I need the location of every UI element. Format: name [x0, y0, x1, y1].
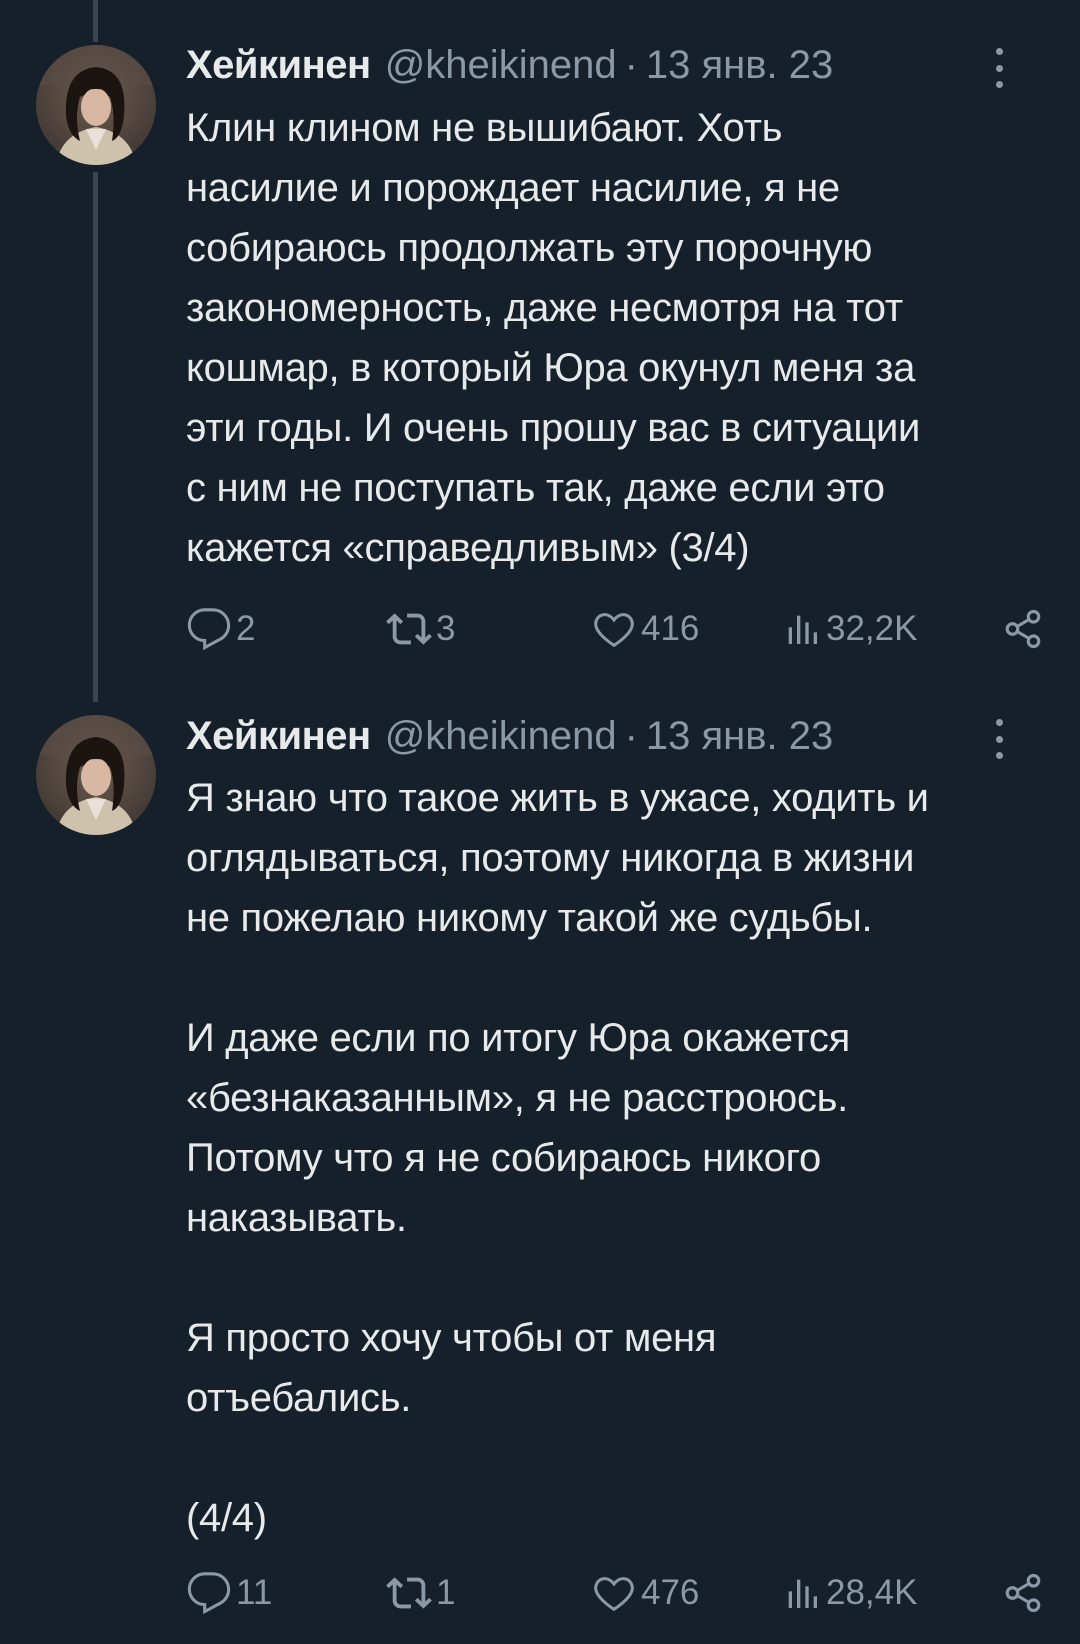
- tweet-actions: 2 3 416 32,2K: [186, 604, 1044, 654]
- reply-count: 11: [236, 1573, 273, 1612]
- speech-bubble-icon: [187, 608, 231, 651]
- author-name[interactable]: Хейкинен: [186, 714, 371, 759]
- share-button[interactable]: [1002, 1572, 1044, 1614]
- views-button[interactable]: 32,2K: [782, 606, 917, 652]
- avatar[interactable]: [36, 715, 156, 835]
- retweet-arrows-icon: [386, 613, 432, 645]
- tweet-date[interactable]: 13 янв. 23: [646, 714, 833, 759]
- speech-bubble-icon: [187, 1572, 231, 1615]
- more-options-icon[interactable]: [994, 48, 1004, 88]
- reply-button[interactable]: 11: [186, 1570, 272, 1616]
- tweet[interactable]: Хейкинен @kheikinend · 13 янв. 23 Я знаю…: [0, 695, 1080, 1644]
- retweet-button[interactable]: 1: [386, 1570, 455, 1616]
- share-nodes-icon: [1005, 1573, 1041, 1613]
- retweet-arrows-icon: [386, 1577, 432, 1609]
- retweet-count: 1: [436, 1573, 456, 1612]
- bar-chart-icon: [788, 615, 817, 644]
- tweet-actions: 11 1 476 28,4K: [186, 1568, 1044, 1618]
- reply-count: 2: [236, 609, 256, 648]
- reply-button[interactable]: 2: [186, 606, 255, 652]
- heart-outline-icon: [594, 1577, 634, 1612]
- like-count: 476: [641, 1573, 700, 1612]
- like-button[interactable]: 416: [591, 606, 699, 652]
- tweet-header: Хейкинен @kheikinend · 13 янв. 23: [186, 40, 1044, 90]
- avatar[interactable]: [36, 45, 156, 165]
- retweet-count: 3: [436, 609, 456, 648]
- share-button[interactable]: [1002, 608, 1044, 650]
- more-options-icon[interactable]: [994, 719, 1004, 759]
- separator-dot: ·: [624, 713, 638, 758]
- author-handle[interactable]: @kheikinend: [385, 714, 617, 759]
- retweet-button[interactable]: 3: [386, 606, 455, 652]
- share-nodes-icon: [1005, 609, 1041, 649]
- heart-outline-icon: [594, 613, 634, 648]
- tweet-text: Я знаю что такое жить в ужасе, ходить и …: [186, 776, 929, 1540]
- views-button[interactable]: 28,4K: [782, 1570, 917, 1616]
- bar-chart-icon: [788, 1579, 817, 1608]
- author-handle[interactable]: @kheikinend: [385, 43, 617, 88]
- like-count: 416: [641, 609, 700, 648]
- tweet-text: Клин клином не вышибают. Хоть насилие и …: [186, 106, 921, 570]
- views-count: 32,2K: [826, 609, 918, 648]
- tweet-header: Хейкинен @kheikinend · 13 янв. 23: [186, 711, 1044, 761]
- like-button[interactable]: 476: [591, 1570, 699, 1616]
- views-count: 28,4K: [826, 1573, 918, 1612]
- tweet[interactable]: Хейкинен @kheikinend · 13 янв. 23 Клин к…: [0, 0, 1080, 695]
- author-name[interactable]: Хейкинен: [186, 43, 371, 88]
- tweet-date[interactable]: 13 янв. 23: [646, 43, 833, 88]
- separator-dot: ·: [624, 42, 638, 87]
